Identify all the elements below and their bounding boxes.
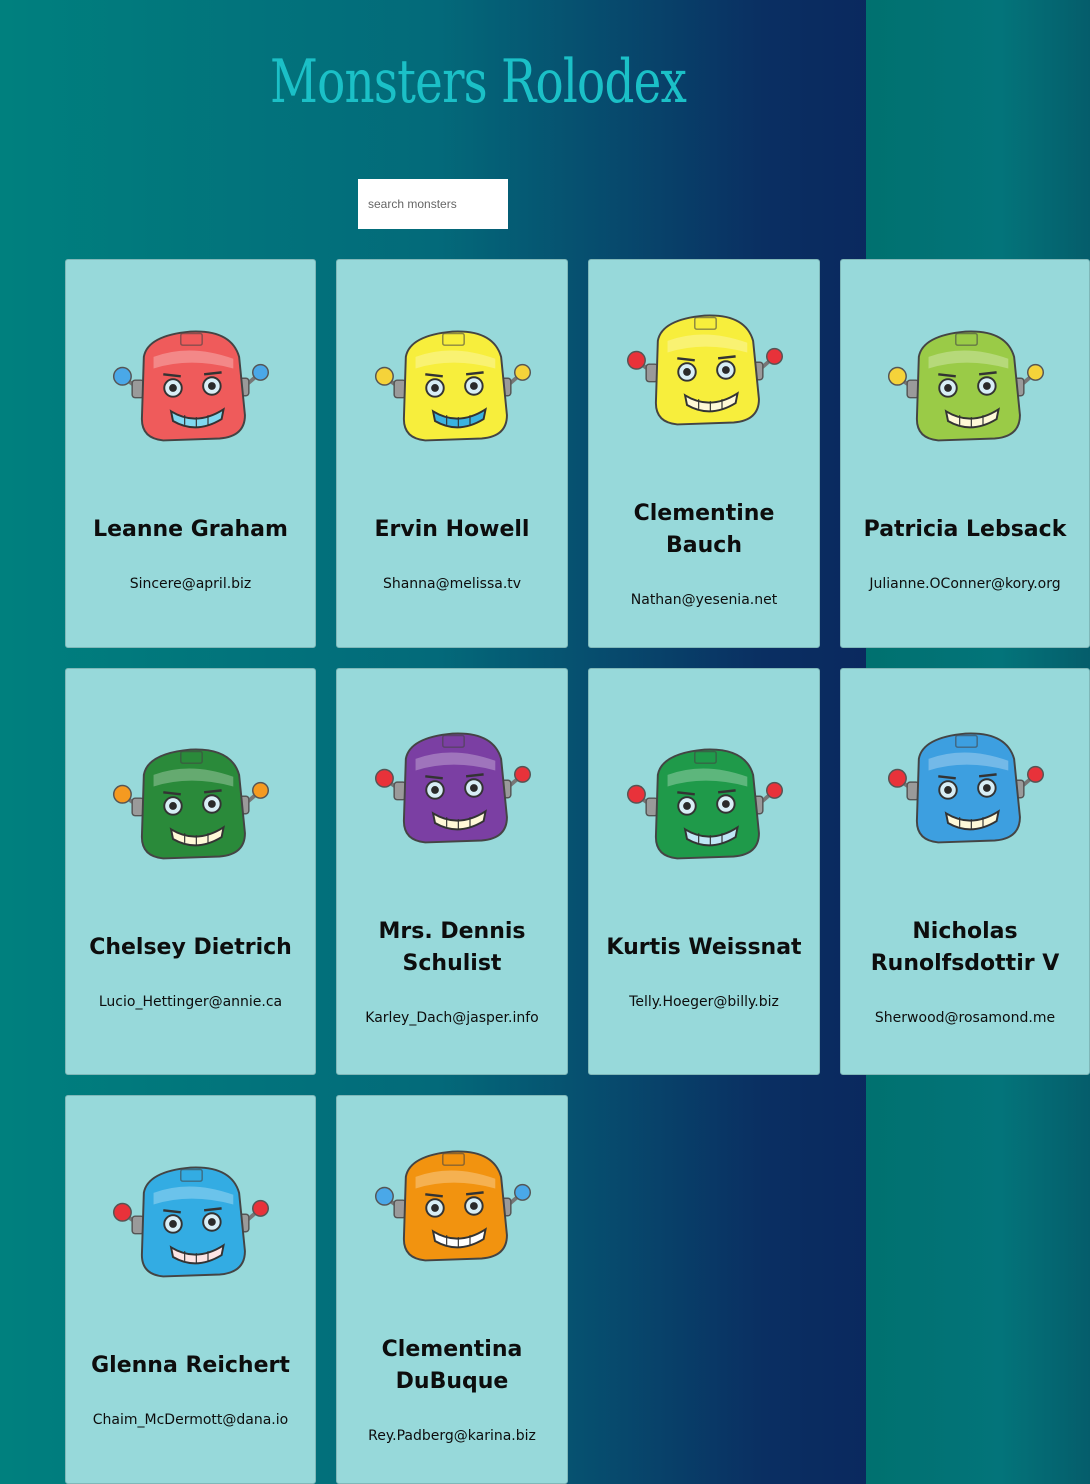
monster-email: Lucio_Hettinger@annie.ca (98, 993, 283, 1010)
robot-head-icon (626, 314, 783, 425)
monster-email: Nathan@yesenia.net (630, 591, 778, 608)
robot-head-icon (112, 330, 270, 441)
robot-head-icon (112, 748, 270, 859)
monster-email: Rey.Padberg@karina.biz (368, 1427, 536, 1444)
monster-card[interactable]: Leanne Graham Sincere@april.biz (65, 259, 316, 648)
robot-head-icon (374, 330, 531, 441)
monster-name: Patricia Lebsack (863, 516, 1067, 542)
monster-name: Clementina DuBuque (381, 1336, 523, 1394)
monster-name: Glenna Reichert (91, 1352, 290, 1378)
robot-head-icon (887, 732, 1044, 843)
monster-card[interactable]: Kurtis Weissnat Telly.Hoeger@billy.biz (588, 668, 820, 1075)
monster-card[interactable]: Patricia Lebsack Julianne.OConner@kory.o… (840, 259, 1090, 648)
page-title: Monsters Rolodex (270, 47, 687, 117)
monster-name: Nicholas Runolfsdottir V (870, 918, 1060, 976)
monster-card[interactable]: Chelsey Dietrich Lucio_Hettinger@annie.c… (65, 668, 316, 1075)
robot-head-icon (374, 732, 531, 843)
monster-name: Leanne Graham (93, 516, 288, 542)
monster-card[interactable]: Ervin Howell Shanna@melissa.tv (336, 259, 568, 648)
monster-email: Telly.Hoeger@billy.biz (629, 993, 779, 1010)
monster-email: Shanna@melissa.tv (382, 575, 522, 592)
monster-email: Julianne.OConner@kory.org (869, 575, 1061, 592)
monster-email: Sherwood@rosamond.me (874, 1009, 1056, 1026)
robot-head-icon (887, 330, 1044, 441)
monster-card[interactable]: Glenna Reichert Chaim_McDermott@dana.io (65, 1095, 316, 1484)
monster-name: Kurtis Weissnat (606, 934, 802, 960)
robot-head-icon (112, 1166, 270, 1277)
monster-name: Clementine Bauch (633, 500, 775, 558)
monster-email: Karley_Dach@jasper.info (365, 1009, 539, 1026)
monster-card[interactable]: Clementine Bauch Nathan@yesenia.net (588, 259, 820, 648)
monster-card[interactable]: Nicholas Runolfsdottir V Sherwood@rosamo… (840, 668, 1090, 1075)
monster-email: Sincere@april.biz (129, 575, 252, 592)
monster-name: Ervin Howell (374, 516, 530, 542)
monster-card[interactable]: Clementina DuBuque Rey.Padberg@karina.bi… (336, 1095, 568, 1484)
monster-email: Chaim_McDermott@dana.io (92, 1411, 289, 1428)
monster-name: Chelsey Dietrich (89, 934, 292, 960)
monster-name: Mrs. Dennis Schulist (378, 918, 526, 976)
monster-card[interactable]: Mrs. Dennis Schulist Karley_Dach@jasper.… (336, 668, 568, 1075)
robot-head-icon (626, 748, 783, 859)
search-input[interactable] (358, 179, 508, 229)
robot-head-icon (374, 1150, 531, 1261)
